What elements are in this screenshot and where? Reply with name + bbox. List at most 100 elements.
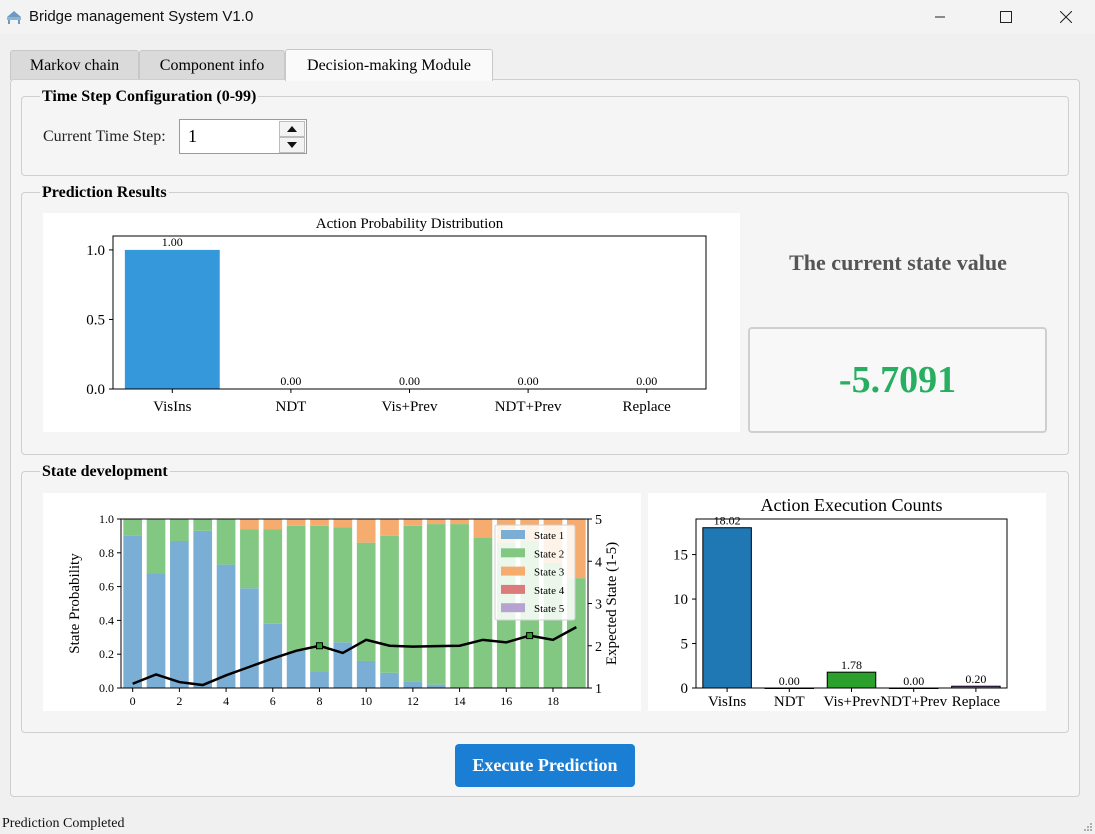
state-development-chart: 0 2 4 6 8 10 12 14 16 18 0.0 0.2 0.4 0.6 0.8 1.0 1 2 3 4 5 St… <box>43 493 641 711</box>
time-step-spinbox[interactable]: 1 <box>179 119 307 154</box>
y-tick-label: 5 <box>681 637 689 653</box>
minimize-button[interactable] <box>917 0 963 34</box>
bar-value-label: 0.20 <box>965 672 986 686</box>
x-tick-label: Replace <box>952 694 1001 710</box>
tab-label: Decision-making Module <box>307 56 471 74</box>
y-tick-label: 0.0 <box>99 681 114 695</box>
time-step-value[interactable]: 1 <box>188 126 197 147</box>
current-state-value-box: -5.7091 <box>748 327 1047 433</box>
y-tick-label: 0 <box>681 681 689 697</box>
current-state-value: -5.7091 <box>838 359 957 401</box>
x-tick-label: NDT <box>774 694 805 710</box>
x-tick-label: 14 <box>454 694 466 708</box>
stacked-bar-segment <box>380 519 399 536</box>
bar <box>124 249 220 389</box>
stacked-bar-segment <box>216 519 236 565</box>
spin-down-button[interactable] <box>279 137 305 153</box>
bar-value-label: 0.00 <box>636 374 657 388</box>
action-probability-svg: Action Probability Distribution 1.00 VisIn… <box>86 216 707 415</box>
stacked-bar-segment <box>426 524 446 685</box>
x-tick-label: 2 <box>176 694 182 708</box>
y-tick-label: 10 <box>673 592 688 608</box>
stacked-bar-segment <box>450 524 469 688</box>
stacked-bar-segment <box>473 537 493 688</box>
legend-label: State 1 <box>534 530 564 542</box>
expected-state-marker <box>315 642 323 650</box>
y-tick-label: 0.5 <box>86 312 105 328</box>
chevron-up-icon <box>287 126 297 132</box>
stacked-bar-segment <box>403 525 423 682</box>
chart-title: Action Execution Counts <box>761 495 943 515</box>
tab-markov-chain[interactable]: Markov chain <box>10 50 139 80</box>
bar-value-label: 0.00 <box>779 674 800 688</box>
execute-prediction-button[interactable]: Execute Prediction <box>455 744 635 787</box>
bar <box>702 527 752 689</box>
minimize-icon <box>935 16 945 18</box>
stacked-bar-segment <box>240 519 259 530</box>
x-tick-label: NDT+Prev <box>880 694 947 710</box>
tab-label: Markov chain <box>29 56 120 74</box>
close-icon <box>1060 11 1072 23</box>
y-tick-label: 0.6 <box>99 580 114 594</box>
bar-value-label: 0.00 <box>518 374 539 388</box>
x-tick-label: NDT <box>275 399 306 415</box>
y-tick-label: 0.2 <box>99 647 114 661</box>
x-tick-label: 18 <box>547 694 559 708</box>
stacked-bar-segment <box>240 588 259 688</box>
stacked-bar-segment <box>473 519 493 538</box>
stacked-bar-segment <box>193 530 213 688</box>
maximize-button[interactable] <box>983 0 1029 34</box>
current-state-title: The current state value <box>789 250 1007 275</box>
legend-swatch <box>501 566 525 576</box>
x-tick-label: 0 <box>130 694 136 708</box>
x-tick-label: Replace <box>623 399 672 415</box>
y2-tick-label: 5 <box>595 513 602 528</box>
stacked-bar-segment <box>403 519 423 526</box>
stacked-bar-segment <box>240 529 259 589</box>
tab-decision-making-module[interactable]: Decision-making Module <box>285 49 493 81</box>
tab-component-info[interactable]: Component info <box>139 50 285 80</box>
legend-swatch <box>501 603 525 613</box>
stacked-bar-segment <box>146 519 166 574</box>
status-bar-text: Prediction Completed <box>2 816 125 831</box>
time-step-group-title: Time Step Configuration (0-99) <box>40 88 259 106</box>
stacked-bar-segment <box>263 519 283 530</box>
bar-value-label: 0.00 <box>903 674 924 688</box>
x-tick-label: Vis+Prev <box>382 399 438 415</box>
y-tick-label: 1.0 <box>86 243 105 259</box>
bar-value-label: 0.00 <box>280 374 301 388</box>
close-button[interactable] <box>1043 0 1089 34</box>
stacked-bar-segment <box>146 573 166 688</box>
spin-up-button[interactable] <box>279 121 305 137</box>
action-probability-chart: Action Probability Distribution 1.00 VisIn… <box>43 213 740 432</box>
legend-swatch <box>501 548 525 558</box>
x-tick-label: VisIns <box>708 694 746 710</box>
y-tick-label: 0.0 <box>86 382 105 398</box>
y2-axis-label: Expected State (1-5) <box>604 542 620 665</box>
x-tick-label: 6 <box>270 694 276 708</box>
stacked-bar-segment <box>426 519 446 525</box>
bar-value-label: 0.00 <box>399 374 420 388</box>
x-tick-label: 16 <box>500 694 512 708</box>
state-development-svg: 0 2 4 6 8 10 12 14 16 180.00.20.40.60.81.012345St… <box>67 512 620 708</box>
stacked-bar-segment <box>380 535 399 673</box>
stacked-bar-segment <box>310 519 329 526</box>
stacked-bar-segment <box>170 519 189 541</box>
y2-tick-label: 2 <box>595 640 602 655</box>
stacked-bar-segment <box>310 671 329 688</box>
resize-grip-icon[interactable] <box>1083 822 1093 832</box>
stacked-bar-segment <box>286 519 306 526</box>
stacked-bar-segment <box>450 519 469 525</box>
legend-swatch <box>501 584 525 594</box>
maximize-icon <box>1000 11 1012 23</box>
prediction-group-title: Prediction Results <box>40 184 169 202</box>
x-tick-label: 10 <box>360 694 372 708</box>
x-tick-label: VisIns <box>153 399 191 415</box>
bar <box>826 671 877 689</box>
y-tick-label: 0.8 <box>99 546 114 560</box>
bar-value-label: 1.00 <box>162 235 183 249</box>
legend-swatch <box>501 530 525 539</box>
stacked-bar-segment <box>310 525 329 672</box>
stacked-bar-segment <box>170 540 189 688</box>
legend-label: State 5 <box>534 603 565 615</box>
